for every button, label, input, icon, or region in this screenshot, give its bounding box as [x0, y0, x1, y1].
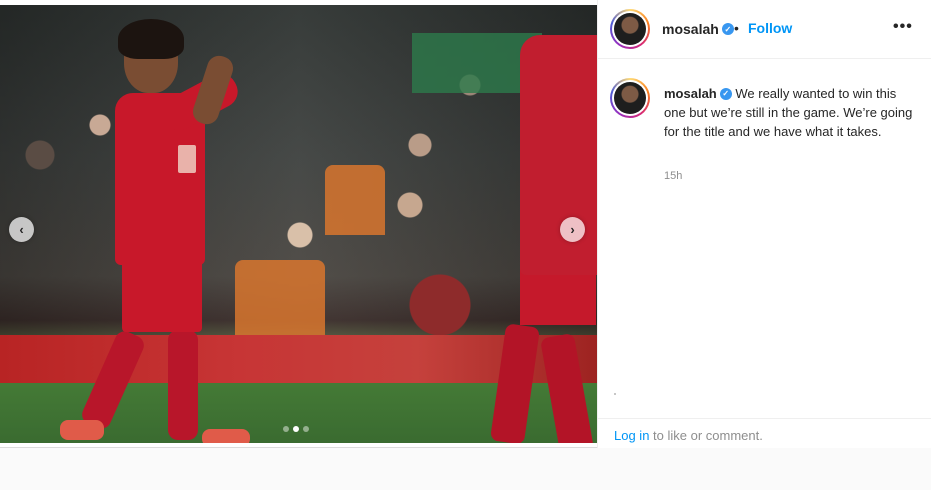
post-timestamp[interactable]: 15h: [664, 170, 682, 182]
post-footer: Log in to like or comment.: [598, 418, 931, 448]
verified-check-icon: ✓: [721, 23, 734, 36]
post-photo[interactable]: ‹ ›: [0, 5, 597, 443]
chevron-right-icon[interactable]: ›: [560, 217, 585, 242]
divider: [614, 393, 616, 395]
carousel-dot: [283, 426, 289, 432]
login-link[interactable]: Log in: [614, 428, 649, 443]
login-prompt: Log in to like or comment.: [614, 428, 763, 443]
post-modal: ‹ › mosalah ✓ • Follow ••• mosalah ✓ We re…: [0, 0, 931, 448]
more-options-icon[interactable]: •••: [893, 18, 913, 36]
photo-player: [60, 15, 260, 443]
carousel-dot-active: [293, 426, 299, 432]
login-prompt-text: to like or comment.: [649, 428, 763, 443]
verified-check-icon: ✓: [719, 87, 732, 100]
carousel-dot: [303, 426, 309, 432]
post-header: mosalah ✓ • Follow •••: [598, 0, 931, 59]
photo-steward: [325, 165, 385, 235]
carousel-dots: [283, 426, 309, 432]
header-separator: •: [734, 20, 739, 36]
avatar[interactable]: [610, 78, 650, 118]
caption-username[interactable]: mosalah: [664, 86, 717, 101]
header-username[interactable]: mosalah ✓: [662, 21, 734, 37]
chevron-left-icon[interactable]: ‹: [9, 217, 34, 242]
post-side-panel: mosalah ✓ • Follow ••• mosalah ✓ We really…: [597, 0, 931, 448]
follow-button[interactable]: Follow: [748, 20, 792, 36]
avatar[interactable]: [610, 9, 650, 49]
caption-text: mosalah ✓ We really wanted to win this on…: [664, 84, 920, 141]
